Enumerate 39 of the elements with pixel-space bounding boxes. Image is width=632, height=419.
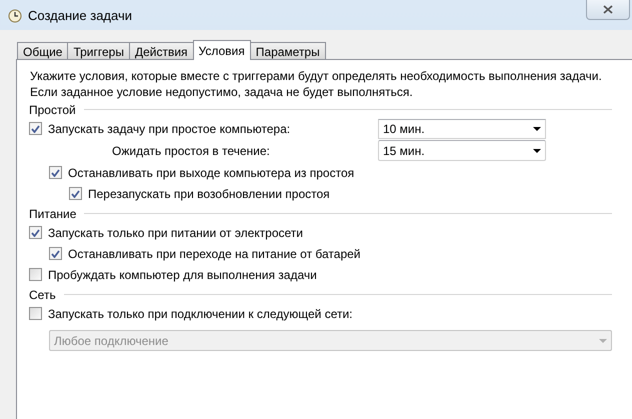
checkbox-label: Запускать только при подключении к следующей сети: (48, 306, 352, 322)
dropdown[interactable]: 15 мин. (378, 140, 546, 161)
checkbox-label: Пробуждать компьютер для выполнения задачи (48, 266, 317, 284)
tab[interactable]: Действия (128, 42, 194, 59)
tab[interactable]: Триггеры (67, 42, 130, 59)
checkmark-icon (71, 190, 80, 198)
checkbox[interactable] (29, 307, 42, 320)
checkbox[interactable] (29, 226, 42, 239)
dropdown-caret-icon (533, 148, 541, 152)
dropdown-caret-icon (599, 338, 607, 342)
checkmark-icon (51, 250, 60, 258)
checkbox[interactable] (49, 166, 62, 179)
clock-icon (8, 8, 22, 23)
section-title: Простой (29, 102, 76, 118)
section-title: Питание (29, 206, 76, 222)
tab[interactable]: Общие (17, 42, 68, 59)
section-title: Сеть (29, 286, 56, 304)
checkmark-icon (51, 168, 60, 176)
close-icon (603, 5, 613, 14)
checkbox[interactable] (29, 122, 42, 135)
checkbox-label: Перезапускать при возобновлении простоя (88, 186, 330, 202)
tab[interactable]: Параметры (250, 42, 326, 59)
checkmark-icon (31, 124, 40, 132)
checkbox-label: Запускать задачу при простое компьютера: (48, 120, 290, 138)
checkmark-icon (31, 228, 40, 236)
checkbox[interactable] (69, 187, 82, 200)
checkbox-label: Останавливать при переходе на питание от батарей (68, 246, 360, 262)
dropdown-caret-icon (533, 126, 541, 130)
field-label: Ожидать простоя в течение: (112, 144, 270, 158)
checkbox[interactable] (49, 247, 62, 260)
dropdown[interactable]: 10 мин. (378, 118, 546, 138)
window-title: Создание задачи (28, 7, 132, 25)
description-text: Укажите условия, которые вместе с триггерами будут определять необходимость выполнения задачи. (29, 68, 603, 84)
checkbox-label: Останавливать при выходе компьютера из простоя (68, 164, 354, 182)
checkbox-label: Запускать только при питании от электросети (48, 224, 303, 242)
tab[interactable]: Условия (192, 40, 251, 60)
close-button[interactable] (586, 0, 630, 20)
description-text: Если заданное условие недопустимо, задача не будет выполняться. (29, 84, 414, 100)
checkbox[interactable] (29, 268, 42, 281)
